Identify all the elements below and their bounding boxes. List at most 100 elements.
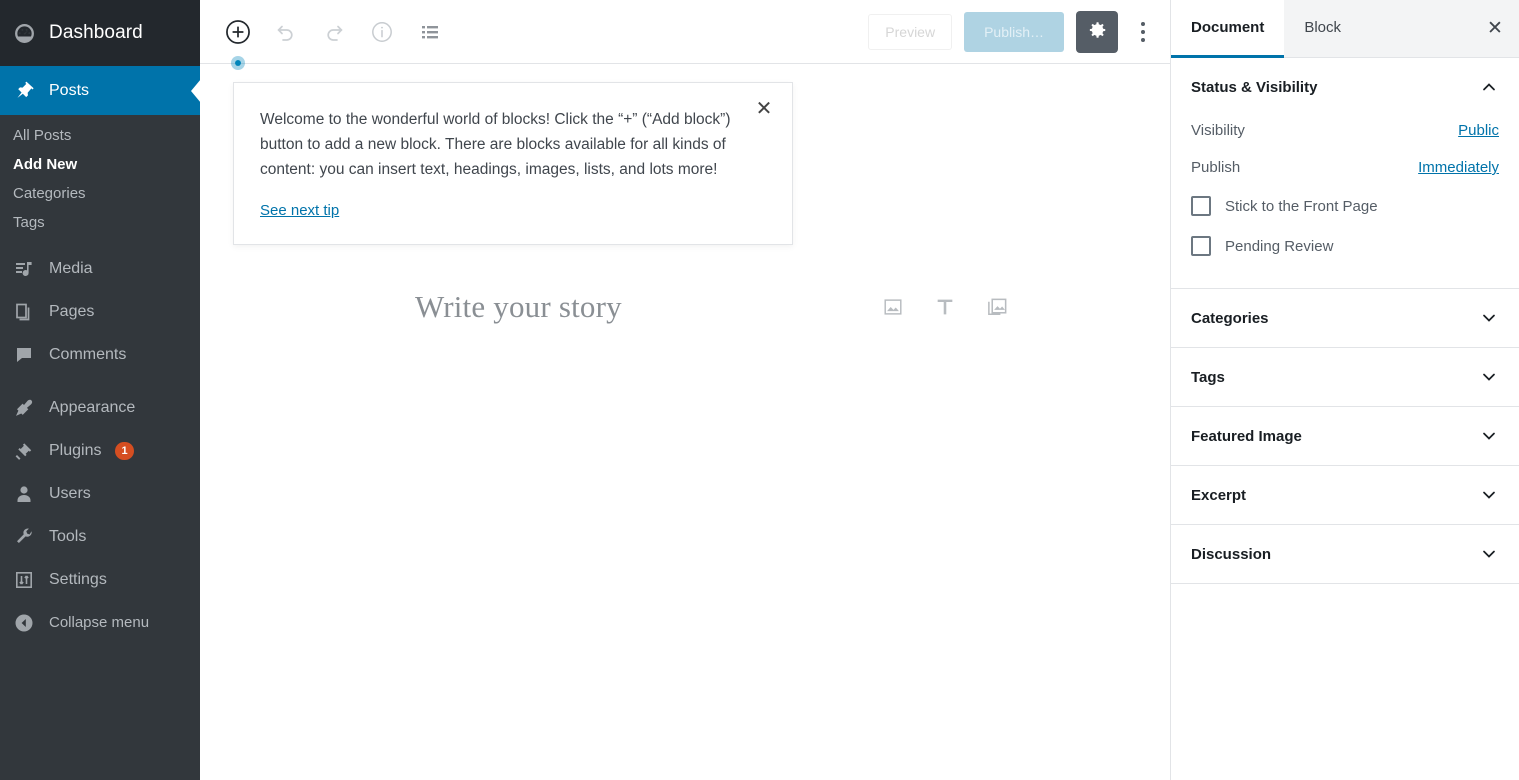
editor-header-tools	[200, 14, 448, 70]
appearance-icon	[13, 397, 35, 419]
submenu-item-all-posts[interactable]: All Posts	[0, 121, 200, 150]
sidebar-item-tools[interactable]: Tools	[0, 515, 200, 558]
pending-review-checkbox[interactable]	[1191, 236, 1211, 256]
comments-icon	[13, 344, 35, 366]
sidebar-item-comments[interactable]: Comments	[0, 333, 200, 376]
panel-title: Excerpt	[1191, 486, 1247, 504]
sidebar-item-users[interactable]: Users	[0, 472, 200, 515]
sidebar-item-label: Plugins	[49, 441, 102, 459]
collapse-menu-label: Collapse menu	[49, 614, 150, 631]
editor-canvas: ✕ Welcome to the wonderful world of bloc…	[200, 64, 1170, 780]
post-title-row: Write your story	[200, 289, 1170, 325]
panel-title: Featured Image	[1191, 427, 1302, 445]
quick-insert-toolbar	[880, 294, 1010, 320]
settings-tablist: Document Block ✕	[1171, 0, 1519, 58]
panel-header[interactable]: Excerpt	[1171, 466, 1519, 524]
gear-icon	[1086, 19, 1108, 44]
sticky-checkbox[interactable]	[1191, 196, 1211, 216]
undo-button[interactable]	[268, 14, 304, 50]
panel-excerpt: Excerpt	[1171, 466, 1519, 525]
panel-title: Categories	[1191, 309, 1269, 327]
publish-date-button[interactable]: Immediately	[1418, 159, 1499, 176]
editor-header: Preview Publish…	[200, 0, 1170, 70]
sidebar-item-posts[interactable]: Posts	[0, 66, 200, 115]
chevron-down-icon	[1479, 544, 1499, 564]
sidebar-item-pages[interactable]: Pages	[0, 290, 200, 333]
submenu-item-tags[interactable]: Tags	[0, 208, 200, 237]
sticky-label[interactable]: Stick to the Front Page	[1225, 198, 1378, 215]
panel-header[interactable]: Tags	[1171, 348, 1519, 406]
sidebar-item-plugins[interactable]: Plugins 1	[0, 429, 200, 472]
tab-block[interactable]: Block	[1284, 0, 1361, 58]
close-settings-icon[interactable]: ✕	[1471, 0, 1519, 57]
panel-discussion: Discussion	[1171, 525, 1519, 584]
block-navigation-icon[interactable]	[412, 14, 448, 50]
sidebar-item-label: Appearance	[49, 398, 136, 416]
sidebar-item-label: Comments	[49, 345, 127, 363]
sidebar-item-dashboard[interactable]: Dashboard	[0, 0, 200, 66]
sidebar-item-media[interactable]: Media	[0, 247, 200, 290]
row-visibility: Visibility Public	[1191, 116, 1499, 153]
pending-review-label[interactable]: Pending Review	[1225, 238, 1333, 255]
sidebar-item-label: Media	[49, 259, 93, 277]
users-icon	[13, 483, 35, 505]
panel-tags: Tags	[1171, 348, 1519, 407]
close-icon[interactable]: ✕	[746, 91, 782, 127]
block-editor: Preview Publish… ✕ Welcome to the wonder…	[200, 0, 1170, 780]
submenu-item-add-new[interactable]: Add New	[0, 150, 200, 179]
admin-sidebar: Dashboard Posts All Posts Add New Catego…	[0, 0, 200, 780]
collapse-arrow-icon	[13, 612, 35, 634]
sidebar-divider	[0, 376, 200, 386]
more-options-icon[interactable]	[1130, 14, 1156, 50]
add-block-button[interactable]	[220, 14, 256, 70]
wordpress-admin: Dashboard Posts All Posts Add New Catego…	[0, 0, 1519, 780]
sidebar-item-settings[interactable]: Settings	[0, 558, 200, 601]
info-icon[interactable]	[364, 14, 400, 50]
panel-title: Discussion	[1191, 545, 1272, 563]
post-title-input[interactable]: Write your story	[415, 289, 880, 325]
sidebar-item-label: Tools	[49, 527, 87, 545]
redo-button[interactable]	[316, 14, 352, 50]
panel-header[interactable]: Discussion	[1171, 525, 1519, 583]
chevron-down-icon	[1479, 485, 1499, 505]
panel-title: Tags	[1191, 368, 1225, 386]
submenu-item-categories[interactable]: Categories	[0, 179, 200, 208]
sidebar-item-appearance[interactable]: Appearance	[0, 386, 200, 429]
row-pending-review: Pending Review	[1191, 230, 1499, 270]
row-sticky: Stick to the Front Page	[1191, 190, 1499, 230]
panel-header[interactable]: Categories	[1171, 289, 1519, 347]
editor-header-actions: Preview Publish…	[868, 10, 1170, 53]
posts-submenu: All Posts Add New Categories Tags	[0, 115, 200, 247]
settings-toggle-button[interactable]	[1076, 10, 1118, 53]
sidebar-item-label: Dashboard	[49, 22, 143, 43]
preview-button[interactable]: Preview	[868, 13, 953, 50]
sidebar-item-label: Posts	[49, 81, 90, 99]
paragraph-icon[interactable]	[932, 294, 958, 320]
panel-featured-image: Featured Image	[1171, 407, 1519, 466]
settings-icon	[13, 569, 35, 591]
see-next-tip-link[interactable]: See next tip	[260, 202, 339, 219]
row-publish: Publish Immediately	[1191, 153, 1499, 190]
image-icon[interactable]	[880, 294, 906, 320]
row-label: Publish	[1191, 159, 1241, 176]
sidebar-item-label: Settings	[49, 570, 107, 588]
panel-title: Status & Visibility	[1191, 78, 1318, 96]
dashboard-icon	[13, 22, 35, 44]
gallery-icon[interactable]	[984, 294, 1010, 320]
chevron-down-icon	[1479, 426, 1499, 446]
panel-status-visibility: Status & Visibility Visibility Public Pu…	[1171, 58, 1519, 289]
chevron-up-icon	[1479, 77, 1499, 97]
panel-header[interactable]: Status & Visibility	[1171, 58, 1519, 116]
tools-icon	[13, 526, 35, 548]
chevron-down-icon	[1479, 308, 1499, 328]
panel-body: Visibility Public Publish Immediately St…	[1171, 116, 1519, 288]
visibility-value-button[interactable]: Public	[1458, 122, 1499, 139]
tab-document[interactable]: Document	[1171, 0, 1285, 58]
sidebar-item-label: Pages	[49, 302, 95, 320]
row-label: Visibility	[1191, 122, 1245, 139]
settings-sidebar: Document Block ✕ Status & Visibility Vis…	[1170, 0, 1519, 780]
publish-button[interactable]: Publish…	[964, 11, 1064, 52]
collapse-menu-button[interactable]: Collapse menu	[0, 601, 200, 644]
panel-header[interactable]: Featured Image	[1171, 407, 1519, 465]
welcome-tip-text: Welcome to the wonderful world of blocks…	[260, 111, 731, 179]
